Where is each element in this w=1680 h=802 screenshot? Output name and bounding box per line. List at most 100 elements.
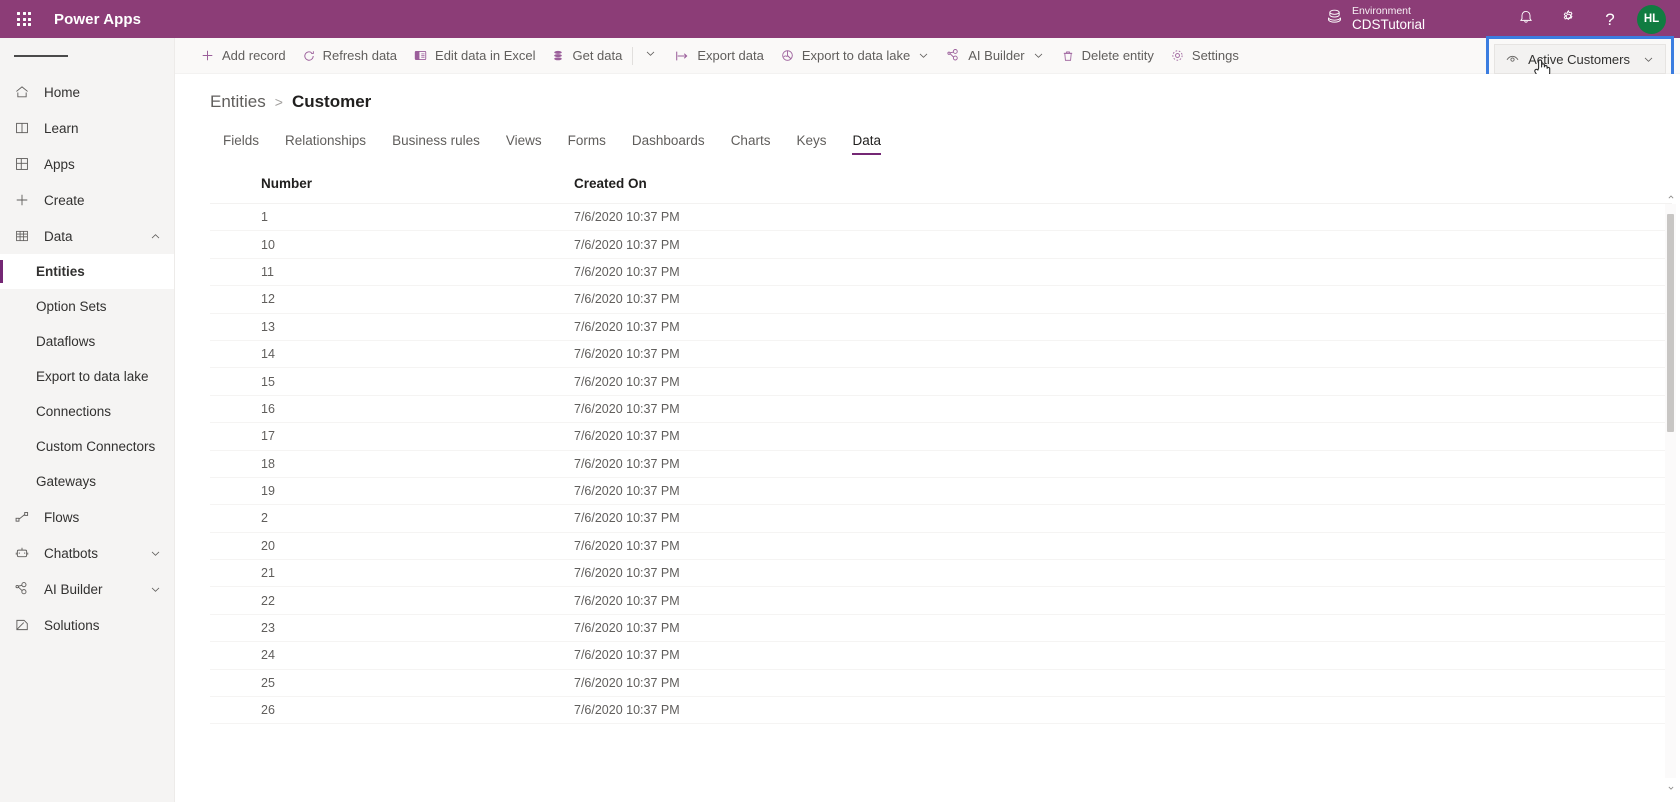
- table-row[interactable]: 1 7/6/2020 10:37 PM: [210, 204, 1672, 232]
- help-button[interactable]: ?: [1589, 0, 1631, 38]
- chevron-down-icon[interactable]: [1032, 49, 1045, 62]
- tab-data[interactable]: Data: [839, 127, 894, 157]
- environment-icon: [1326, 8, 1343, 30]
- breadcrumb-parent-link[interactable]: Entities: [210, 92, 266, 112]
- tab-fields[interactable]: Fields: [210, 127, 272, 157]
- chevron-down-icon: [149, 547, 162, 560]
- hamburger-icon-line: [32, 55, 50, 57]
- table-row[interactable]: 24 7/6/2020 10:37 PM: [210, 642, 1672, 670]
- table-body: 1 7/6/2020 10:37 PM 10 7/6/2020 10:37 PM 11 7…: [210, 204, 1672, 802]
- add-record-button[interactable]: Add record: [192, 38, 294, 74]
- scroll-down-arrow-icon[interactable]: [1665, 782, 1676, 794]
- sidebar-item-chatbots[interactable]: Chatbots: [0, 535, 174, 571]
- cell-number: 20: [261, 538, 275, 553]
- tab-views[interactable]: Views: [493, 127, 555, 157]
- grid-vertical-scrollbar[interactable]: [1665, 195, 1676, 790]
- suite-bar-right: Environment CDSTutorial ? HL: [1326, 0, 1680, 38]
- scroll-up-arrow-icon[interactable]: [1665, 191, 1676, 203]
- notifications-button[interactable]: [1505, 0, 1547, 38]
- table-row[interactable]: 15 7/6/2020 10:37 PM: [210, 368, 1672, 396]
- hamburger-icon-line: [14, 55, 32, 57]
- table-row[interactable]: 22 7/6/2020 10:37 PM: [210, 587, 1672, 615]
- cell-number: 16: [261, 401, 275, 416]
- cell-number: 18: [261, 456, 275, 471]
- table-row[interactable]: 16 7/6/2020 10:37 PM: [210, 396, 1672, 424]
- sidebar-item-custom-connectors[interactable]: Custom Connectors: [0, 429, 174, 464]
- question-mark-icon: ?: [1605, 9, 1615, 29]
- view-selector[interactable]: Active Customers: [1494, 44, 1666, 80]
- get-data-caret-button[interactable]: [635, 38, 666, 74]
- cell-number: 10: [261, 237, 275, 252]
- tab-relationships[interactable]: Relationships: [272, 127, 379, 157]
- sidebar-item-ai-builder[interactable]: AI Builder: [0, 571, 174, 607]
- cell-number: 21: [261, 566, 275, 581]
- sidebar-item-entities[interactable]: Entities: [0, 254, 174, 289]
- column-header-number[interactable]: Number: [210, 176, 565, 191]
- cell-created-on: 7/6/2020 10:37 PM: [574, 593, 680, 608]
- table-row[interactable]: 10 7/6/2020 10:37 PM: [210, 231, 1672, 259]
- refresh-data-button[interactable]: Refresh data: [294, 38, 405, 74]
- ai-builder-button[interactable]: AI Builder: [938, 38, 1052, 74]
- cell-number: 23: [261, 621, 275, 636]
- tab-business-rules[interactable]: Business rules: [379, 127, 493, 157]
- settings-button[interactable]: [1547, 0, 1589, 38]
- export-arrow-icon: [674, 48, 690, 64]
- cell-created-on: 7/6/2020 10:37 PM: [574, 319, 680, 334]
- export-to-data-lake-button[interactable]: Export to data lake: [772, 38, 938, 74]
- table-row[interactable]: 17 7/6/2020 10:37 PM: [210, 423, 1672, 451]
- tab-dashboards[interactable]: Dashboards: [619, 127, 718, 157]
- scrollbar-thumb[interactable]: [1667, 214, 1674, 432]
- sidebar-item-export-to-data-lake[interactable]: Export to data lake: [0, 359, 174, 394]
- table-row[interactable]: 26 7/6/2020 10:37 PM: [210, 697, 1672, 725]
- table-row[interactable]: 13 7/6/2020 10:37 PM: [210, 314, 1672, 341]
- get-data-button[interactable]: Get data: [543, 38, 630, 74]
- table-row[interactable]: 11 7/6/2020 10:37 PM: [210, 259, 1672, 287]
- sidebar-collapse-button[interactable]: [0, 38, 174, 74]
- cell-number: 13: [261, 319, 275, 334]
- sidebar-item-connections[interactable]: Connections: [0, 394, 174, 429]
- excel-icon: [413, 48, 428, 63]
- tab-charts[interactable]: Charts: [718, 127, 784, 157]
- sidebar-item-apps[interactable]: Apps: [0, 146, 174, 182]
- table-row[interactable]: 2 7/6/2020 10:37 PM: [210, 505, 1672, 533]
- sidebar-item-flows[interactable]: Flows: [0, 499, 174, 535]
- cell-created-on: 7/6/2020 10:37 PM: [574, 210, 680, 225]
- book-icon: [14, 120, 34, 136]
- settings-command-button[interactable]: Settings: [1162, 38, 1247, 74]
- brand-title[interactable]: Power Apps: [54, 11, 141, 28]
- sidebar-item-solutions[interactable]: Solutions: [0, 607, 174, 643]
- breadcrumb: Entities > Customer: [175, 74, 1680, 112]
- command-label: AI Builder: [968, 48, 1025, 63]
- sidebar-item-label: Chatbots: [44, 545, 99, 561]
- export-data-button[interactable]: Export data: [666, 38, 772, 74]
- avatar[interactable]: HL: [1637, 4, 1666, 34]
- tab-forms[interactable]: Forms: [555, 127, 619, 157]
- bot-icon: [14, 545, 34, 561]
- sidebar-item-home[interactable]: Home: [0, 74, 174, 110]
- sidebar-item-dataflows[interactable]: Dataflows: [0, 324, 174, 359]
- sidebar-item-label: Gateways: [36, 474, 97, 489]
- cell-created-on: 7/6/2020 10:37 PM: [574, 511, 680, 526]
- table-row[interactable]: 12 7/6/2020 10:37 PM: [210, 286, 1672, 314]
- sidebar-item-option-sets[interactable]: Option Sets: [0, 289, 174, 324]
- app-launcher-button[interactable]: [0, 0, 48, 38]
- tab-keys[interactable]: Keys: [783, 127, 839, 157]
- table-row[interactable]: 20 7/6/2020 10:37 PM: [210, 533, 1672, 561]
- sidebar-item-gateways[interactable]: Gateways: [0, 464, 174, 499]
- environment-selector[interactable]: Environment CDSTutorial: [1326, 5, 1425, 33]
- chevron-down-icon[interactable]: [917, 49, 930, 62]
- column-header-created-on[interactable]: Created On: [565, 176, 1672, 191]
- table-row[interactable]: 25 7/6/2020 10:37 PM: [210, 670, 1672, 698]
- table-row[interactable]: 18 7/6/2020 10:37 PM: [210, 451, 1672, 478]
- table-row[interactable]: 21 7/6/2020 10:37 PM: [210, 560, 1672, 588]
- bell-icon: [1518, 9, 1534, 30]
- cell-created-on: 7/6/2020 10:37 PM: [574, 347, 680, 362]
- table-row[interactable]: 14 7/6/2020 10:37 PM: [210, 341, 1672, 369]
- edit-data-in-excel-button[interactable]: Edit data in Excel: [405, 38, 543, 74]
- table-row[interactable]: 19 7/6/2020 10:37 PM: [210, 478, 1672, 506]
- table-row[interactable]: 23 7/6/2020 10:37 PM: [210, 615, 1672, 643]
- delete-entity-button[interactable]: Delete entity: [1053, 38, 1162, 74]
- sidebar-item-learn[interactable]: Learn: [0, 110, 174, 146]
- sidebar-item-data[interactable]: Data: [0, 218, 174, 254]
- sidebar-item-create[interactable]: Create: [0, 182, 174, 218]
